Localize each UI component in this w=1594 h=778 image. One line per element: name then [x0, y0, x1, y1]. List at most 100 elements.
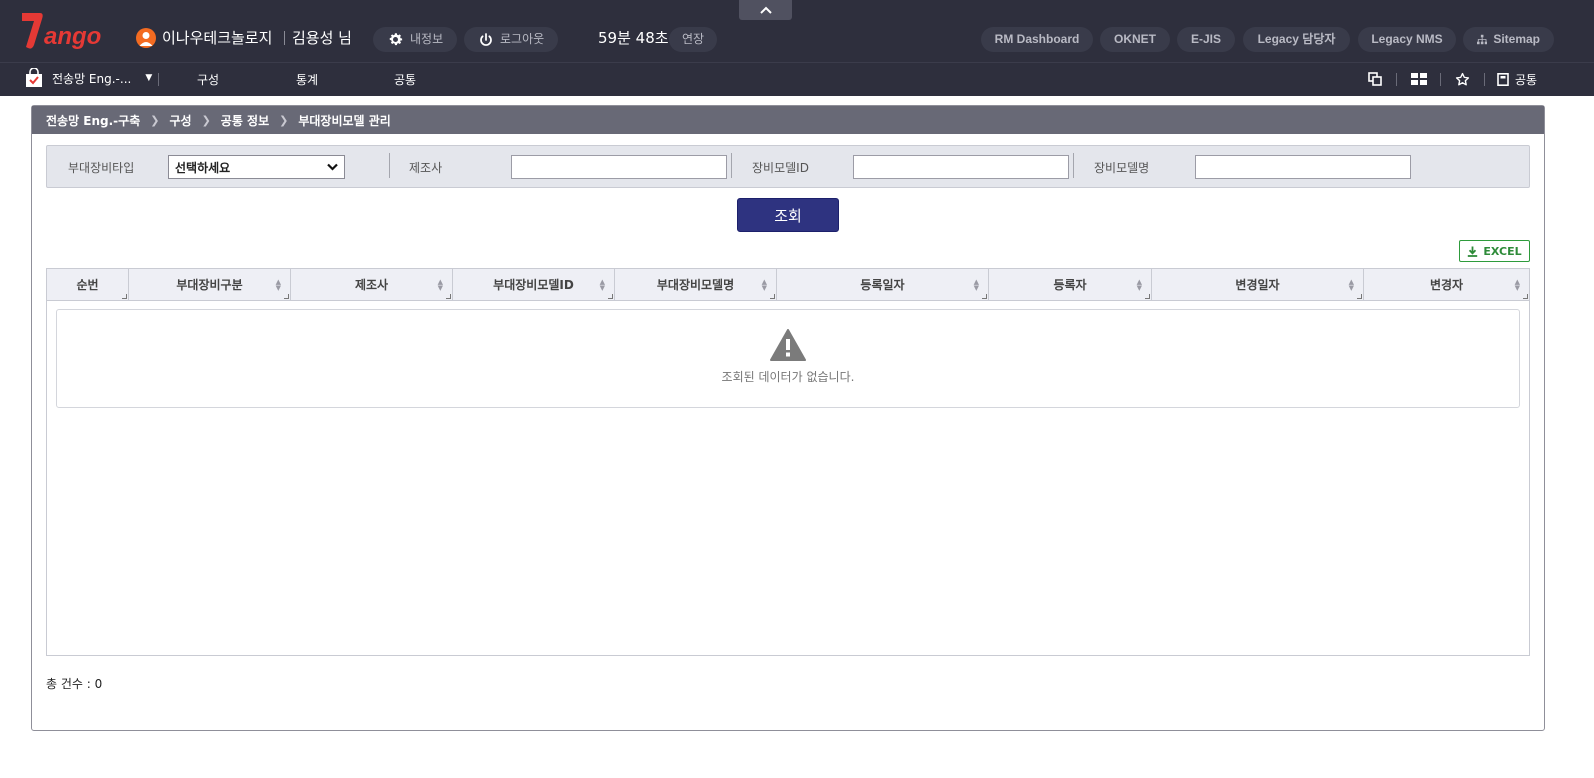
maker-input[interactable]: [511, 155, 727, 179]
grid-header: 순번 부대장비구분 ▲ ▼ 제조사 ▲ ▼ 부대장비모델ID ▲ ▼ 부대장비모델명 ▲ ▼ 등…: [47, 269, 1529, 301]
power-icon: [480, 32, 492, 46]
rm-dashboard-link[interactable]: RM Dashboard: [981, 27, 1093, 52]
type-select[interactable]: 선택하세요: [168, 155, 345, 179]
resize-handle[interactable]: [1523, 294, 1528, 299]
divider: [1440, 73, 1441, 86]
breadcrumb-current: 부대장비모델 관리: [298, 113, 391, 128]
sort-icon: ▲ ▼: [1136, 278, 1142, 292]
legacy-manager-link[interactable]: Legacy 담당자: [1243, 27, 1350, 52]
sort-icon: ▲ ▼: [599, 278, 605, 292]
star-icon[interactable]: [1454, 71, 1470, 87]
resize-handle[interactable]: [1357, 294, 1362, 299]
system-selector[interactable]: 전송망 Eng.-... ▼: [24, 68, 152, 88]
column-header[interactable]: 부대장비모델명 ▲ ▼: [615, 269, 777, 300]
sort-icon: ▲ ▼: [437, 278, 443, 292]
column-header-label: 순번: [76, 278, 99, 292]
breadcrumb-item[interactable]: 공통 정보: [221, 112, 269, 129]
session-timer: 59분 48초: [598, 29, 669, 47]
menu-item-stats[interactable]: 통계: [296, 71, 318, 89]
resize-handle[interactable]: [446, 294, 451, 299]
column-header[interactable]: 제조사 ▲ ▼: [291, 269, 453, 300]
chevron-right-icon: ❯: [150, 113, 160, 127]
legacy-nms-link[interactable]: Legacy NMS: [1358, 27, 1456, 52]
my-info-label: 내정보: [410, 32, 444, 46]
ejis-link[interactable]: E-JIS: [1177, 27, 1235, 52]
layout-grid-icon[interactable]: [1410, 71, 1428, 87]
column-header[interactable]: 등록자 ▲ ▼: [989, 269, 1152, 300]
resize-handle[interactable]: [608, 294, 613, 299]
link-label: Legacy 담당자: [1257, 32, 1336, 46]
column-header-label: 변경일자: [1235, 278, 1280, 292]
breadcrumb-item[interactable]: 구성: [169, 112, 191, 129]
svg-text:ango: ango: [44, 23, 101, 50]
search-button[interactable]: 조회: [737, 198, 839, 232]
divider: [284, 31, 285, 45]
breadcrumb: 전송망 Eng.-구축 ❯ 구성 ❯ 공통 정보 ❯ 부대장비모델 관리: [32, 106, 1544, 134]
resize-handle[interactable]: [1145, 294, 1150, 299]
empty-state: 조회된 데이터가 없습니다.: [56, 309, 1520, 408]
tango-logo[interactable]: ango: [20, 11, 104, 51]
breadcrumb-item[interactable]: 전송망 Eng.-구축: [46, 112, 140, 129]
user-avatar-icon: [136, 28, 156, 48]
divider: [389, 153, 390, 178]
common-menu-label: 공통: [1515, 73, 1538, 87]
excel-label: EXCEL: [1483, 244, 1522, 258]
logout-button[interactable]: 로그아웃: [464, 27, 559, 52]
empty-message: 조회된 데이터가 없습니다.: [721, 370, 855, 384]
column-header[interactable]: 부대장비모델ID ▲ ▼: [453, 269, 615, 300]
link-label: E-JIS: [1191, 32, 1222, 46]
column-header[interactable]: 부대장비구분 ▲ ▼: [129, 269, 291, 300]
column-header-label: 등록자: [1053, 278, 1087, 292]
resize-handle[interactable]: [284, 294, 289, 299]
search-form: 부대장비타입 선택하세요 제조사 장비모델ID 장비모델명: [46, 145, 1530, 188]
sort-icon: ▲ ▼: [275, 278, 281, 292]
sort-icon: ▲ ▼: [1348, 278, 1354, 292]
column-header-label: 부대장비모델ID: [493, 278, 574, 292]
excel-download-button[interactable]: EXCEL: [1459, 240, 1530, 262]
my-info-button[interactable]: 내정보: [373, 27, 458, 52]
menu-item-common[interactable]: 공통: [394, 71, 416, 89]
extend-label: 연장: [682, 32, 705, 46]
link-label: Sitemap: [1493, 32, 1540, 46]
result-grid: 순번 부대장비구분 ▲ ▼ 제조사 ▲ ▼ 부대장비모델ID ▲ ▼ 부대장비모델명 ▲ ▼ 등…: [46, 268, 1530, 656]
divider: [1396, 73, 1397, 86]
column-header[interactable]: 등록일자 ▲ ▼: [777, 269, 989, 300]
column-header-label: 부대장비모델명: [656, 278, 735, 292]
type-label: 부대장비타입: [68, 161, 135, 175]
resize-handle[interactable]: [122, 294, 127, 299]
sitemap-link[interactable]: Sitemap: [1463, 27, 1554, 52]
oknet-link[interactable]: OKNET: [1100, 27, 1170, 52]
logo-mark: ango: [22, 13, 101, 50]
model-name-input[interactable]: [1195, 155, 1411, 179]
chevron-up-icon: [759, 6, 772, 14]
warning-icon: [770, 329, 806, 361]
sitemap-icon: [1477, 34, 1488, 45]
new-window-icon[interactable]: [1367, 71, 1383, 87]
column-header-label: 부대장비구분: [176, 278, 243, 292]
logout-label: 로그아웃: [500, 32, 545, 46]
resize-handle[interactable]: [982, 294, 987, 299]
common-menu-button[interactable]: 공통: [1497, 71, 1537, 88]
column-header[interactable]: 순번: [47, 269, 129, 300]
chevron-down-icon: [327, 163, 338, 171]
link-label: RM Dashboard: [994, 32, 1080, 46]
collapse-header-button[interactable]: [739, 0, 792, 20]
top-header: ango 이나우테크놀로지 김용성 님 내정보 로그아웃 59분 48초 연장 …: [0, 0, 1594, 62]
sort-icon: ▲ ▼: [973, 278, 979, 292]
content-panel: 전송망 Eng.-구축 ❯ 구성 ❯ 공통 정보 ❯ 부대장비모델 관리 부대장…: [31, 105, 1545, 731]
book-icon: [1497, 73, 1509, 86]
chevron-right-icon: ❯: [201, 113, 211, 127]
maker-label: 제조사: [409, 161, 443, 175]
column-header[interactable]: 변경일자 ▲ ▼: [1152, 269, 1364, 300]
column-header[interactable]: 변경자 ▲ ▼: [1364, 269, 1529, 300]
download-icon: [1468, 246, 1478, 257]
divider: [731, 153, 732, 178]
sort-icon: ▲ ▼: [761, 278, 767, 292]
resize-handle[interactable]: [770, 294, 775, 299]
extend-session-button[interactable]: 연장: [669, 27, 718, 52]
model-id-input[interactable]: [853, 155, 1069, 179]
divider: [158, 73, 159, 86]
column-header-label: 변경자: [1429, 278, 1464, 292]
menu-item-config[interactable]: 구성: [197, 71, 219, 89]
divider: [1484, 73, 1485, 86]
